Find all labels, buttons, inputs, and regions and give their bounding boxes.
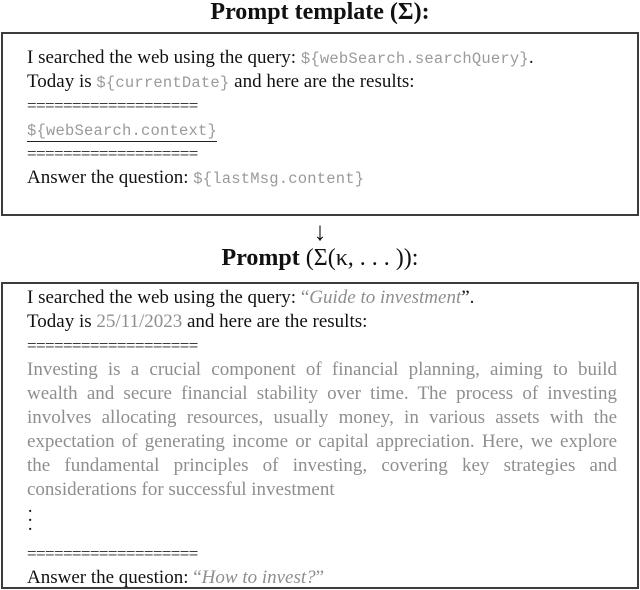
date-line-prefix: Today is [27,311,97,332]
template-date-line: Today is ${currentDate} and here are the… [27,70,615,94]
date-line-suffix: and here are the results: [229,71,415,92]
template-content: I searched the web using the query: ${we… [27,46,615,190]
context-variable: ${webSearch.context} [27,122,218,142]
current-date-variable: ${currentDate} [96,74,230,92]
prompt-title-symbol: (Σ(κ, . . . )): [305,245,419,271]
prompt-separator-bottom: =================== [27,544,198,563]
template-context-line: ${webSearch.context} [27,118,615,142]
search-query-value: Guide to investment [309,287,462,308]
query-line-prefix: I searched the web using the query: [27,47,301,68]
prompt-date-line: Today is 25/11/2023 and here are the res… [27,310,615,334]
answer-line-prefix: Answer the question: [27,567,194,588]
ellipsis-dot: · [27,501,34,522]
template-separator-top: =================== [27,96,198,115]
prompt-title-text: Prompt [221,245,300,271]
search-query-variable: ${webSearch.searchQuery} [300,50,529,68]
query-line-prefix: I searched the web using the query: [27,287,301,308]
prompt-separator-top: =================== [27,336,198,355]
prompt-answer-line: Answer the question: “How to invest?” [27,566,615,590]
prompt-query-line: I searched the web using the query: “Gui… [27,286,615,310]
date-line-suffix: and here are the results: [182,311,368,332]
vertical-ellipsis-icon: · · · [27,502,615,542]
ellipsis-dot: · [27,519,34,540]
ellipsis-dot: · [27,510,34,531]
template-title-symbol: (Σ): [389,0,430,25]
date-line-prefix: Today is [27,71,97,92]
prompt-title: Prompt (Σ(κ, . . . )): [0,244,640,272]
prompt-template-box: I searched the web using the query: ${we… [1,32,639,216]
template-separator-bottom: =================== [27,144,198,163]
template-query-line: I searched the web using the query: ${we… [27,46,615,70]
template-answer-line: Answer the question: ${lastMsg.content} [27,166,615,190]
search-context-text: Investing is a crucial component of fina… [27,359,617,500]
current-date-value: 25/11/2023 [96,311,183,332]
answer-open-quote: “ [193,567,202,588]
template-title-text: Prompt template [210,0,384,25]
query-line-suffix: . [528,47,534,68]
template-title: Prompt template (Σ): [0,0,640,26]
query-close-quote: ”. [461,287,475,308]
question-value: How to invest? [201,567,316,588]
last-message-variable: ${lastMsg.content} [193,170,365,188]
arrow-down-icon: ↓ [313,217,327,246]
prompt-filled-box: I searched the web using the query: “Gui… [1,282,639,589]
prompt-content: I searched the web using the query: “Gui… [27,286,617,590]
query-open-quote: “ [300,287,310,308]
answer-line-prefix: Answer the question: [27,167,194,188]
answer-close-quote: ” [315,567,325,588]
